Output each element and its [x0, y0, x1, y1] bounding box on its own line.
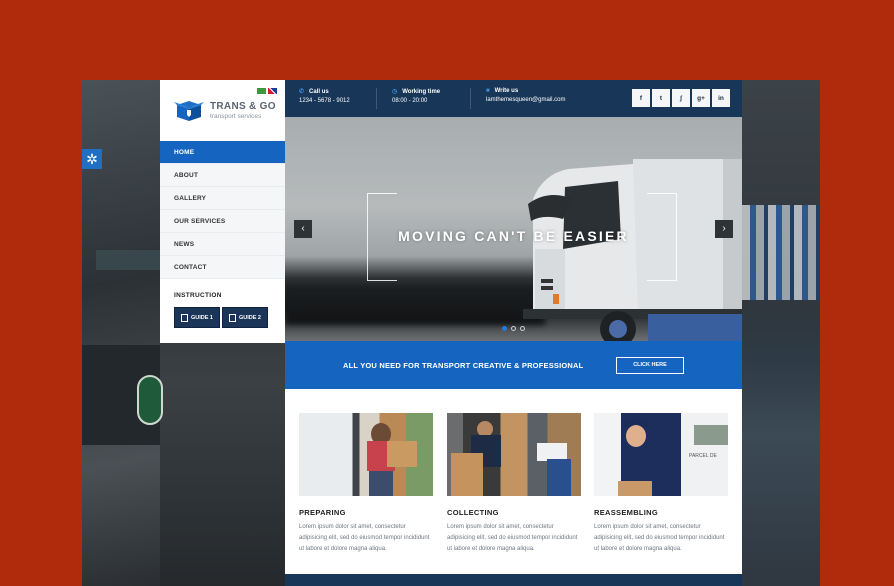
nav-item-contact[interactable]: CONTACT: [160, 256, 285, 279]
linkedin-icon[interactable]: in: [712, 89, 730, 107]
gear-icon: ✲: [86, 151, 98, 167]
van-label: PARCEL DE: [689, 453, 717, 459]
top-info-bar: ✆ Call us 1234 - 5678 - 9012 ◷ Working tim…: [285, 80, 742, 117]
slider-dot-3[interactable]: [520, 326, 525, 331]
slider-dot-1[interactable]: [502, 326, 507, 331]
service-title: COLLECTING: [447, 508, 499, 517]
logo[interactable]: TRANS & GO transport services: [174, 99, 276, 121]
website-preview: ✲ TRANS & GO transport services HOME ABO…: [82, 80, 820, 586]
write-us-info: ■ Write us lamthemesqueen@gmail.com: [486, 88, 565, 103]
brand-tagline: transport services: [210, 112, 262, 120]
nav-item-our-services[interactable]: OUR SERVICES: [160, 210, 285, 233]
nav-item-gallery[interactable]: GALLERY: [160, 187, 285, 210]
social-links: f t ʃ g+ in: [632, 89, 730, 107]
service-title: REASSEMBLING: [594, 508, 659, 517]
hero-title: MOVING CAN'T BE EASIER: [398, 228, 629, 244]
box-logo-icon: [174, 99, 204, 121]
click-here-button[interactable]: CLICK HERE: [616, 357, 684, 374]
preparing-image[interactable]: [299, 413, 433, 496]
background-trucks: [742, 205, 820, 300]
call-us-title: Call us: [309, 88, 329, 95]
service-description: Lorem ipsum dolor sit amet, consectetur …: [594, 524, 725, 552]
divider: [470, 88, 471, 109]
background-badge: [137, 375, 163, 425]
pdf-document-icon: [228, 313, 236, 322]
slider-dot-2[interactable]: [511, 326, 516, 331]
guide-2-label: GUIDE 2: [238, 314, 261, 321]
service-card-reassembling: PARCEL DE REASSEMBLING Lorem ipsum dolor…: [594, 413, 728, 555]
working-time-title: Working time: [402, 88, 441, 95]
main-nav: HOME ABOUT GALLERY OUR SERVICES NEWS CON…: [160, 141, 285, 279]
hero-road: [285, 285, 545, 325]
nav-item-about[interactable]: ABOUT: [160, 164, 285, 187]
instruction-heading: INSTRUCTION: [174, 292, 222, 299]
brand-name: TRANS & GO: [210, 100, 276, 112]
service-description: Lorem ipsum dolor sit amet, consectetur …: [447, 524, 578, 552]
slider-next-button[interactable]: ›: [715, 220, 733, 238]
pdf-document-icon: [180, 313, 188, 322]
background-detail: [96, 250, 160, 270]
chevron-right-icon: ›: [722, 223, 726, 234]
write-us-title: Write us: [494, 88, 519, 94]
service-description: Lorem ipsum dolor sit amet, consectetur …: [299, 524, 430, 552]
clock-icon: ◷: [392, 89, 398, 95]
guide-2-button[interactable]: GUIDE 2: [222, 307, 268, 328]
email-address[interactable]: lamthemesqueen@gmail.com: [486, 97, 565, 103]
divider: [376, 88, 377, 109]
chevron-left-icon: ‹: [301, 223, 305, 234]
service-card-preparing: PREPARING Lorem ipsum dolor sit amet, co…: [299, 413, 433, 555]
working-time-info: ◷ Working time 08:00 - 20:00: [392, 88, 441, 105]
hero-slider: MOVING CAN'T BE EASIER ‹ ›: [285, 117, 742, 341]
logo-text: TRANS & GO transport services: [210, 101, 276, 120]
rss-icon[interactable]: ʃ: [672, 89, 690, 107]
call-us-info: ✆ Call us 1234 - 5678 - 9012: [299, 88, 350, 105]
service-title: PREPARING: [299, 508, 346, 517]
flag-uk-icon[interactable]: [268, 88, 277, 94]
twitter-icon[interactable]: t: [652, 89, 670, 107]
nav-item-home[interactable]: HOME: [160, 141, 285, 164]
language-switcher: [257, 88, 277, 94]
slider-pagination: [502, 326, 525, 331]
google-plus-icon[interactable]: g+: [692, 89, 710, 107]
background-trucks-right: [742, 80, 820, 586]
guide-1-button[interactable]: GUIDE 1: [174, 307, 220, 328]
settings-toggle-button[interactable]: ✲: [82, 149, 102, 169]
service-card-collecting: COLLECTING Lorem ipsum dolor sit amet, c…: [447, 413, 581, 555]
facebook-icon[interactable]: f: [632, 89, 650, 107]
footer-band: [285, 574, 742, 586]
reassembling-image[interactable]: PARCEL DE: [594, 413, 728, 496]
working-hours: 08:00 - 20:00: [392, 98, 428, 104]
slider-prev-button[interactable]: ‹: [294, 220, 312, 238]
phone-number[interactable]: 1234 - 5678 - 9012: [299, 98, 350, 104]
services-section: PREPARING Lorem ipsum dolor sit amet, co…: [285, 389, 742, 574]
cta-text: ALL YOU NEED FOR TRANSPORT CREATIVE & PR…: [343, 361, 584, 370]
collecting-image[interactable]: [447, 413, 581, 496]
envelope-icon: ■: [486, 88, 490, 94]
sidebar: TRANS & GO transport services HOME ABOUT…: [160, 80, 285, 343]
phone-icon: ✆: [299, 89, 305, 95]
cta-band: ALL YOU NEED FOR TRANSPORT CREATIVE & PR…: [285, 341, 742, 389]
guide-1-label: GUIDE 1: [190, 314, 213, 321]
nav-item-news[interactable]: NEWS: [160, 233, 285, 256]
guide-buttons: GUIDE 1 GUIDE 2: [174, 307, 268, 328]
flag-brazil-icon[interactable]: [257, 88, 266, 94]
